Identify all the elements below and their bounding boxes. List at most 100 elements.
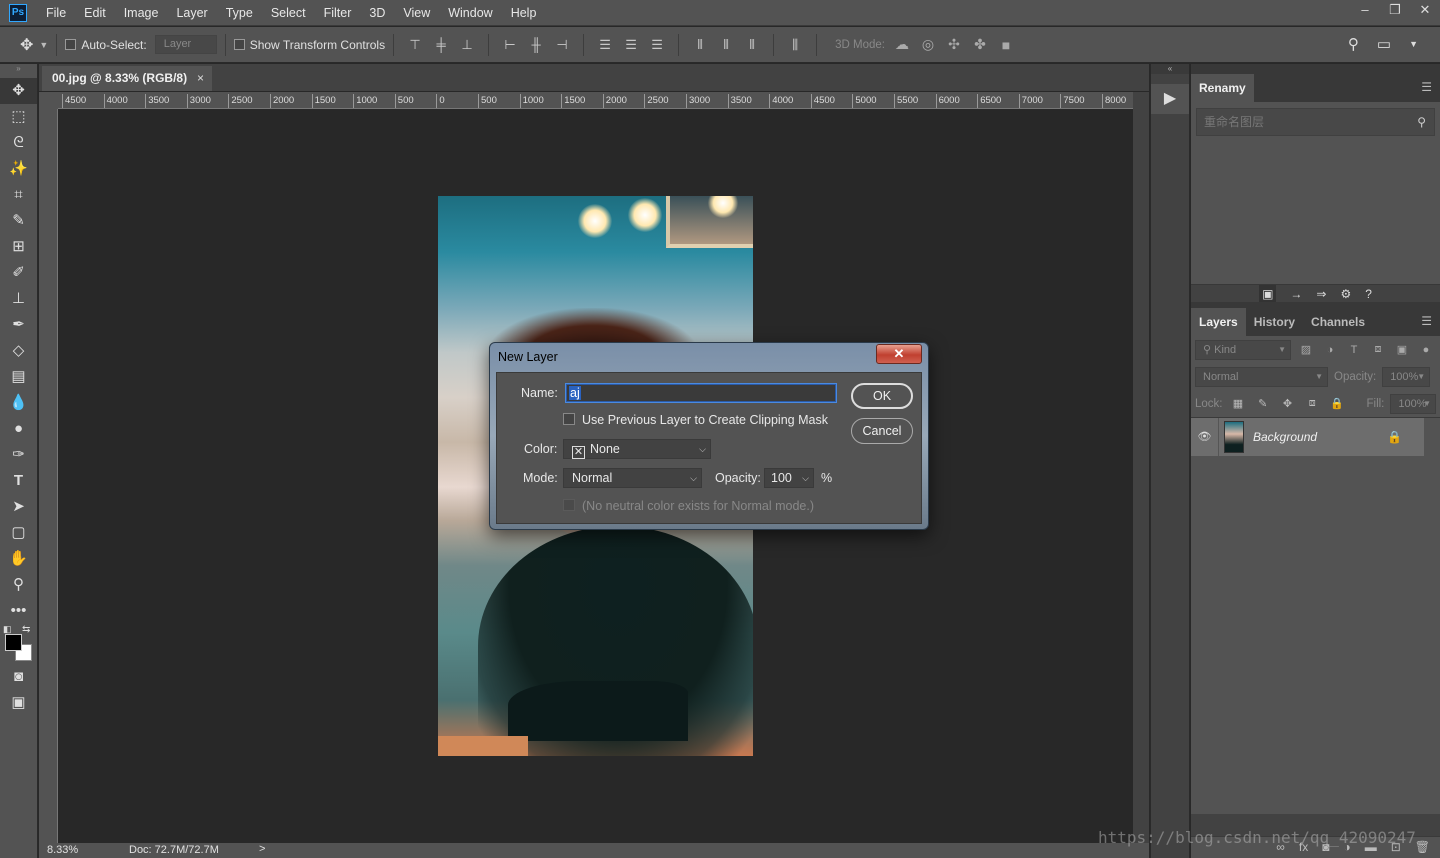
- checkbox-icon[interactable]: [233, 39, 245, 50]
- cancel-button[interactable]: Cancel: [851, 418, 913, 444]
- menu-window[interactable]: Window: [439, 6, 501, 20]
- swap-colors-icon[interactable]: ⇆: [22, 624, 30, 635]
- lock-all-icon[interactable]: 🔒: [1328, 397, 1347, 410]
- auto-align-icon[interactable]: ⫼: [782, 37, 808, 53]
- mode-dropdown[interactable]: Normal ⌵: [563, 468, 702, 488]
- 3d-roll-icon[interactable]: ◎: [915, 36, 941, 53]
- lock-position-icon[interactable]: ✥: [1278, 397, 1297, 410]
- stamp-tool-icon[interactable]: ⊥: [0, 286, 37, 312]
- foreground-color-swatch[interactable]: [5, 634, 22, 651]
- help-icon[interactable]: ?: [1365, 285, 1372, 302]
- clipping-mask-checkbox[interactable]: [563, 413, 575, 425]
- layer-name-input[interactable]: aj: [565, 383, 837, 403]
- distribute-right-icon[interactable]: ⫴: [739, 37, 765, 53]
- blur-tool-icon[interactable]: 💧: [0, 390, 37, 416]
- gradient-tool-icon[interactable]: ▤: [0, 364, 37, 390]
- align-top-icon[interactable]: ⊤: [402, 37, 428, 53]
- ok-button[interactable]: OK: [851, 383, 913, 409]
- 3d-scale-icon[interactable]: ■: [993, 37, 1019, 53]
- filter-smart-object-icon[interactable]: ▣: [1393, 343, 1411, 356]
- chevron-down-icon[interactable]: ⌵: [802, 469, 809, 487]
- lock-transparent-icon[interactable]: ▦: [1229, 397, 1248, 410]
- filter-pixel-icon[interactable]: ▨: [1297, 343, 1315, 356]
- distribute-left-icon[interactable]: ⫴: [687, 37, 713, 53]
- layer-lock-icon[interactable]: 🔒: [1387, 430, 1402, 444]
- distribute-bottom-icon[interactable]: ☰: [644, 37, 670, 53]
- quick-mask-icon[interactable]: ◙: [0, 664, 37, 690]
- 3d-pan-icon[interactable]: ✣: [941, 36, 967, 53]
- shape-tool-icon[interactable]: ▢: [0, 520, 37, 546]
- brush-tool-icon[interactable]: ✐: [0, 260, 37, 286]
- pen-tool-icon[interactable]: ✑: [0, 442, 37, 468]
- trash-icon[interactable]: 🗑: [1415, 837, 1430, 858]
- move-tool-icon[interactable]: ✥: [0, 78, 37, 104]
- gear-icon[interactable]: ⚙: [1340, 285, 1351, 302]
- restore-button[interactable]: ❐: [1380, 0, 1410, 22]
- type-tool-icon[interactable]: T: [0, 468, 37, 494]
- opacity-input[interactable]: 100 ⌵: [764, 468, 814, 488]
- visibility-eye-icon[interactable]: 👁: [1191, 418, 1219, 456]
- distribute-vcenter-icon[interactable]: ☰: [618, 37, 644, 53]
- color-dropdown[interactable]: ✕ None ⌵: [563, 439, 711, 459]
- menu-view[interactable]: View: [394, 6, 439, 20]
- menu-layer[interactable]: Layer: [167, 6, 216, 20]
- workspace-icon[interactable]: ▭: [1377, 35, 1391, 53]
- layer-kind-filter[interactable]: ⚲ Kind ▼: [1195, 339, 1291, 360]
- align-vcenter-icon[interactable]: ╪: [428, 37, 454, 52]
- tab-channels[interactable]: Channels: [1303, 308, 1373, 336]
- search-icon[interactable]: ⚲: [1417, 109, 1426, 135]
- double-arrow-icon[interactable]: ⇒: [1316, 285, 1326, 302]
- layer-thumbnail[interactable]: [1224, 421, 1244, 453]
- eraser-tool-icon[interactable]: ◇: [0, 338, 37, 364]
- chevron-down-icon[interactable]: ▼: [1409, 35, 1418, 53]
- menu-image[interactable]: Image: [115, 6, 168, 20]
- lasso-tool-icon[interactable]: ᘓ: [0, 130, 37, 156]
- blend-mode-dropdown[interactable]: Normal ▼: [1195, 366, 1328, 387]
- lock-pixels-icon[interactable]: ✎: [1253, 397, 1272, 410]
- history-brush-tool-icon[interactable]: ✒: [0, 312, 37, 338]
- 3d-orbit-icon[interactable]: ☁: [889, 36, 915, 53]
- tab-history[interactable]: History: [1246, 308, 1303, 336]
- marquee-tool-icon[interactable]: ⬚: [0, 104, 37, 130]
- layer-row[interactable]: 👁 Background 🔒: [1191, 418, 1424, 456]
- distribute-hcenter-icon[interactable]: ⫴: [713, 37, 739, 53]
- search-icon[interactable]: ⚲: [1348, 35, 1359, 53]
- minimize-button[interactable]: –: [1350, 0, 1380, 22]
- magic-wand-tool-icon[interactable]: ✨: [0, 156, 37, 182]
- align-bottom-icon[interactable]: ⊥: [454, 37, 480, 53]
- arrow-right-icon[interactable]: →: [1290, 285, 1302, 302]
- align-right-icon[interactable]: ⊣: [549, 37, 575, 53]
- filter-toggle-icon[interactable]: ●: [1417, 344, 1435, 356]
- panel-menu-icon[interactable]: ☰: [1421, 80, 1432, 94]
- play-actions-icon[interactable]: ▶: [1151, 84, 1189, 114]
- close-tab-icon[interactable]: ×: [197, 66, 204, 90]
- close-window-button[interactable]: ✕: [1410, 0, 1440, 22]
- document-tab[interactable]: 00.jpg @ 8.33% (RGB/8) ×: [42, 66, 212, 91]
- menu-file[interactable]: File: [37, 6, 75, 20]
- patch-tool-icon[interactable]: ⊞: [0, 234, 37, 260]
- filter-shape-icon[interactable]: ⧈: [1369, 343, 1387, 356]
- dialog-close-button[interactable]: ✕: [876, 344, 922, 364]
- show-transform-checkbox[interactable]: Show Transform Controls: [233, 38, 385, 52]
- zoom-tool-icon[interactable]: ⚲: [0, 572, 37, 598]
- collapse-icon[interactable]: «: [1151, 64, 1189, 74]
- auto-select-target-dropdown[interactable]: Layer: [154, 35, 217, 54]
- menu-type[interactable]: Type: [217, 6, 262, 20]
- auto-select-checkbox[interactable]: Auto-Select:: [65, 38, 147, 52]
- menu-filter[interactable]: Filter: [315, 6, 361, 20]
- tab-renamy[interactable]: Renamy: [1191, 74, 1254, 102]
- lock-artboard-icon[interactable]: ⧈: [1303, 397, 1322, 410]
- layer-opacity-input[interactable]: 100% ▼: [1382, 366, 1431, 387]
- menu-edit[interactable]: Edit: [75, 6, 115, 20]
- more-tools-icon[interactable]: •••: [0, 598, 37, 624]
- rename-search-input[interactable]: 重命名图层 ⚲: [1196, 108, 1435, 136]
- collapse-icon[interactable]: »: [0, 64, 37, 78]
- distribute-top-icon[interactable]: ☰: [592, 37, 618, 53]
- rename-mode-icon[interactable]: ▣: [1259, 285, 1277, 302]
- filter-type-icon[interactable]: T: [1345, 344, 1363, 356]
- align-hcenter-icon[interactable]: ╫: [523, 37, 549, 52]
- dodge-tool-icon[interactable]: ●: [0, 416, 37, 442]
- screen-mode-icon[interactable]: ▣: [0, 690, 37, 716]
- 3d-slide-icon[interactable]: ✤: [967, 36, 993, 53]
- path-selection-tool-icon[interactable]: ➤: [0, 494, 37, 520]
